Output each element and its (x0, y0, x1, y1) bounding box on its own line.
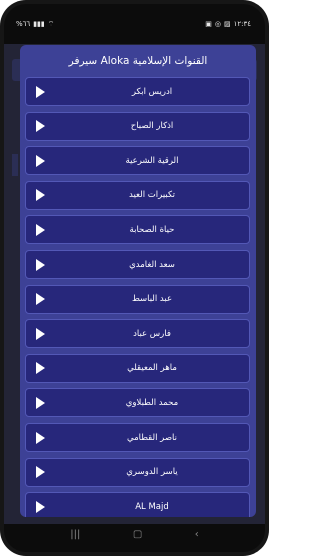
item-label: عبد الباسط (131, 294, 173, 305)
list-item[interactable]: محمد الطبلاوي (25, 388, 250, 418)
status-left: %٦٦ ▮▮▮ ⌔ (16, 20, 54, 29)
back-icon[interactable]: ‹ (195, 529, 199, 540)
system-navigation-bar: ||| ▢ ‹ (4, 517, 265, 552)
status-bar: %٦٦ ▮▮▮ ⌔ ▣ ◎ ▨ ١٢:٣٤ (4, 4, 265, 44)
list-item[interactable]: ماهر المعيقلي (25, 353, 250, 383)
play-icon (36, 500, 45, 513)
item-label: اذكار الصباح (130, 121, 174, 132)
item-label: فارس عباد (133, 328, 171, 339)
list-item[interactable]: تكبيرات العيد (25, 180, 250, 210)
play-icon (36, 396, 45, 409)
notification-icon: ▣ (205, 20, 212, 28)
instagram-icon: ◎ (214, 20, 221, 28)
play-icon (36, 327, 45, 340)
recent-apps-icon[interactable]: ||| (70, 529, 80, 540)
list-item[interactable]: ادريس ابكر (25, 77, 250, 106)
play-icon (36, 223, 45, 236)
play-icon (36, 293, 45, 306)
play-icon (36, 362, 45, 375)
item-label: تكبيرات العيد (128, 190, 176, 201)
play-icon (36, 120, 45, 133)
status-right: ▣ ◎ ▨ ١٢:٣٤ (205, 20, 251, 28)
clock: ١٢:٣٤ (233, 20, 251, 28)
item-label: ادريس ابكر (131, 86, 173, 97)
item-label: ناصر القطامي (126, 432, 178, 443)
channels-dialog: سيرفر Aloka القنوات الإسلامية ادريس ابكر… (20, 45, 256, 517)
play-icon (36, 258, 45, 271)
list-item[interactable]: اذكار الصباح (25, 111, 250, 141)
list-item[interactable]: ناصر القطامي (25, 423, 250, 452)
background-edge (12, 154, 18, 176)
list-item[interactable]: الرقية الشرعية (25, 146, 250, 176)
home-icon[interactable]: ▢ (133, 529, 142, 540)
list-item[interactable]: حياة الصحابة (25, 215, 250, 245)
list-item[interactable]: AL Majd (25, 492, 250, 517)
list-item[interactable]: ياسر الدوسري (25, 457, 250, 487)
item-label: ياسر الدوسري (126, 467, 178, 478)
signal-icon: ▮▮▮ (33, 20, 45, 28)
play-icon (36, 466, 45, 479)
wifi-icon: ⌔ (47, 19, 55, 28)
item-label: AL Majd (135, 501, 169, 512)
item-label: الرقية الشرعية (125, 155, 179, 166)
play-icon (36, 85, 45, 98)
list-item[interactable]: عبد الباسط (25, 284, 250, 314)
item-label: ماهر المعيقلي (127, 363, 177, 374)
list-item[interactable]: سعد الغامدي (25, 250, 250, 279)
play-icon (36, 154, 45, 167)
item-label: حياة الصحابة (129, 224, 175, 235)
item-label: محمد الطبلاوي (125, 397, 179, 408)
play-icon (36, 189, 45, 202)
dialog-title: سيرفر Aloka القنوات الإسلامية (68, 55, 208, 67)
screen: %٦٦ ▮▮▮ ⌔ ▣ ◎ ▨ ١٢:٣٤ سيرفر Aloka القنوا… (4, 4, 265, 552)
list-item[interactable]: فارس عباد (25, 319, 250, 349)
item-label: سعد الغامدي (129, 259, 175, 270)
battery-percent: %٦٦ (16, 20, 31, 28)
gallery-icon: ▨ (223, 20, 231, 28)
play-icon (36, 431, 45, 444)
phone-frame: %٦٦ ▮▮▮ ⌔ ▣ ◎ ▨ ١٢:٣٤ سيرفر Aloka القنوا… (0, 0, 269, 556)
